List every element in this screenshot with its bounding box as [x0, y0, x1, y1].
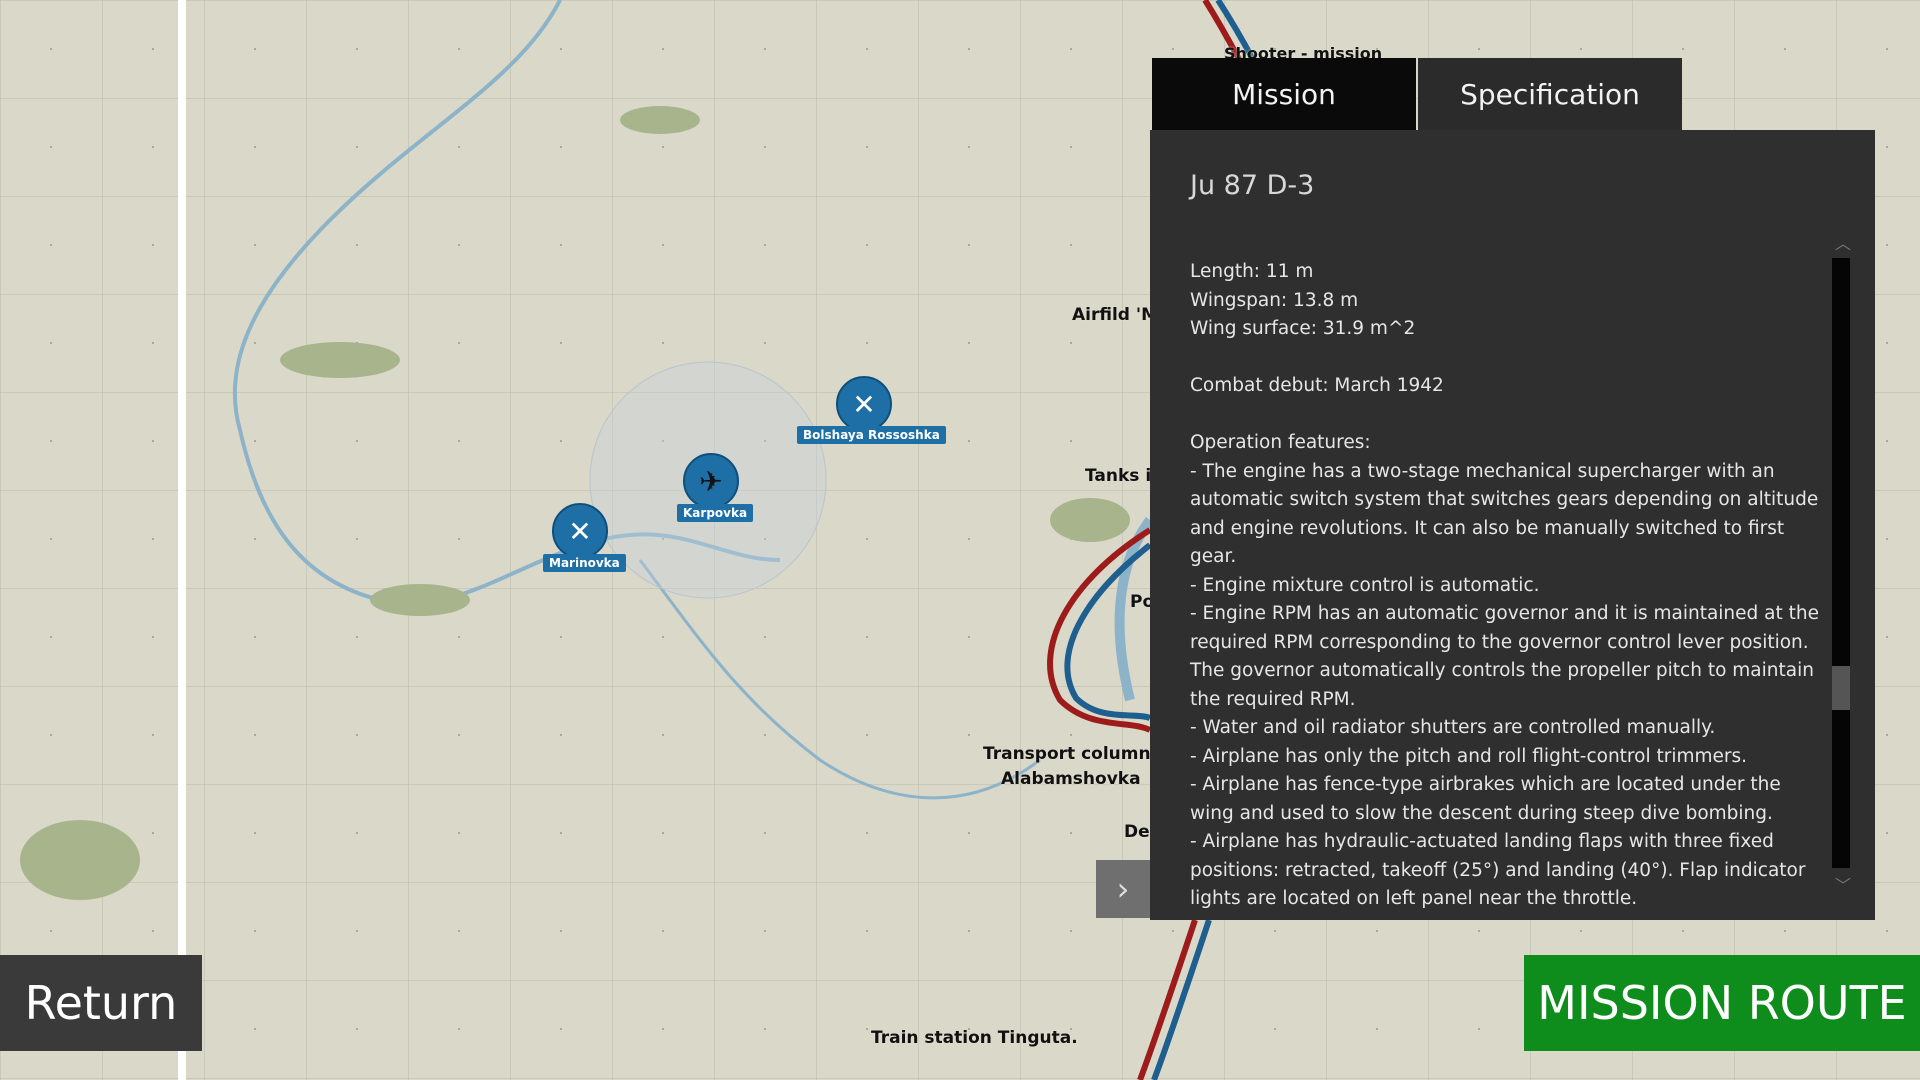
feature-item: - The engine has a two-stage mechanical … [1190, 460, 1819, 568]
scrollbar-thumb[interactable] [1832, 666, 1850, 710]
return-button[interactable]: Return [0, 955, 202, 1051]
marker-label-marinovka: Marinovka [543, 554, 626, 572]
chevron-right-icon: › [1116, 870, 1130, 908]
feature-item: - Engine mixture control is automatic. [1190, 574, 1540, 596]
marker-label-bolshaya: Bolshaya Rossoshka [797, 426, 946, 444]
crossed-planes-icon: ✕ [852, 387, 876, 421]
scroll-up-icon[interactable]: ︿ [1835, 230, 1851, 254]
features-header: Operation features: [1190, 432, 1371, 453]
feature-item: - Airplane has only the pitch and roll f… [1190, 745, 1748, 767]
feature-item: - Engine RPM has an automatic governor a… [1190, 603, 1819, 710]
feature-item: - Airplane has hydraulic-actuated landin… [1190, 831, 1806, 909]
aircraft-title: Ju 87 D-3 [1190, 170, 1315, 201]
spec-length: Length: 11 m [1190, 261, 1314, 282]
label-transport-line1: Transport column in [983, 744, 1175, 764]
marker-marinovka[interactable]: ✕ [552, 503, 608, 559]
crossed-planes-icon: ✕ [568, 514, 592, 548]
marker-bolshaya-rossoshka[interactable]: ✕ [836, 376, 892, 432]
mission-route-button[interactable]: MISSION ROUTE [1524, 955, 1920, 1051]
marker-label-karpovka: Karpovka [677, 504, 754, 522]
panel-toggle-button[interactable]: › [1096, 860, 1150, 918]
map-divider [178, 0, 186, 1080]
specification-panel: Ju 87 D-3 Length: 11 m Wingspan: 13.8 m … [1150, 130, 1875, 920]
scroll-down-icon[interactable]: ﹀ [1835, 872, 1851, 896]
label-train-station: Train station Tinguta. [871, 1028, 1078, 1048]
feature-item: - Airplane has fence-type airbrakes whic… [1190, 774, 1781, 824]
spec-text: Length: 11 m Wingspan: 13.8 m Wing surfa… [1190, 258, 1830, 914]
marker-karpovka[interactable]: ✈ [683, 453, 739, 509]
spec-wingspan: Wingspan: 13.8 m [1190, 289, 1359, 311]
spec-wing-surface: Wing surface: 31.9 m^2 [1190, 318, 1416, 339]
scrollbar[interactable] [1832, 258, 1850, 868]
spec-combat-debut: Combat debut: March 1942 [1190, 375, 1444, 396]
feature-item: - Water and oil radiator shutters are co… [1190, 717, 1716, 738]
tab-specification[interactable]: Specification [1418, 58, 1682, 130]
tab-mission[interactable]: Mission [1152, 58, 1416, 130]
plane-icon: ✈ [699, 464, 723, 498]
label-transport-line2: Alabamshovka [1001, 769, 1141, 789]
